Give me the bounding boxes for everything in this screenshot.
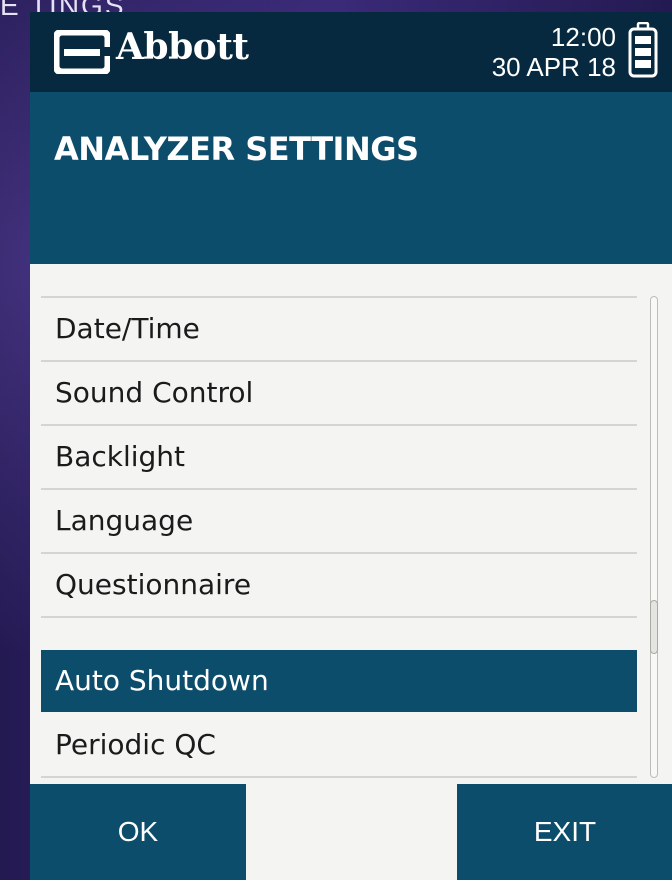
title-bar: ANALYZER SETTINGS — [30, 92, 672, 264]
menu-item-auto-shutdown[interactable]: Auto Shutdown — [41, 650, 637, 712]
menu-item-label: Sound Control — [55, 376, 254, 409]
menu-item-label: Language — [55, 504, 194, 537]
scrollbar-thumb[interactable] — [650, 600, 658, 654]
exit-button[interactable]: EXIT — [457, 784, 672, 880]
menu-item-label: Auto Shutdown — [55, 664, 269, 697]
menu-item-label: Date/Time — [55, 312, 200, 345]
status-bar: Abbott 12:00 30 APR 18 — [30, 12, 672, 92]
brand-name: Abbott — [116, 26, 249, 68]
ok-button[interactable]: OK — [30, 784, 246, 880]
menu-item-periodic-qc[interactable]: Periodic QC — [41, 714, 637, 778]
settings-list: Date/Time Sound Control Backlight Langua… — [30, 264, 672, 784]
menu-item-label: Periodic QC — [55, 728, 216, 761]
menu-item-date-time[interactable]: Date/Time — [41, 298, 637, 362]
menu-item-label: Backlight — [55, 440, 186, 473]
menu-item-sound-control[interactable]: Sound Control — [41, 362, 637, 426]
menu-item-questionnaire[interactable]: Questionnaire — [41, 554, 637, 618]
clock-date: 30 APR 18 — [491, 52, 616, 82]
analyzer-screen: Abbott 12:00 30 APR 18 ANALYZER SETTINGS… — [30, 12, 672, 880]
clock-time: 12:00 — [550, 22, 616, 52]
menu-item-language[interactable]: Language — [41, 490, 637, 554]
page-title: ANALYZER SETTINGS — [54, 130, 419, 168]
menu-item-label: Questionnaire — [55, 568, 252, 601]
scrollbar-track[interactable] — [650, 296, 658, 778]
battery-icon — [628, 22, 658, 78]
menu-item-backlight[interactable]: Backlight — [41, 426, 637, 490]
abbott-logo-icon — [54, 30, 110, 74]
